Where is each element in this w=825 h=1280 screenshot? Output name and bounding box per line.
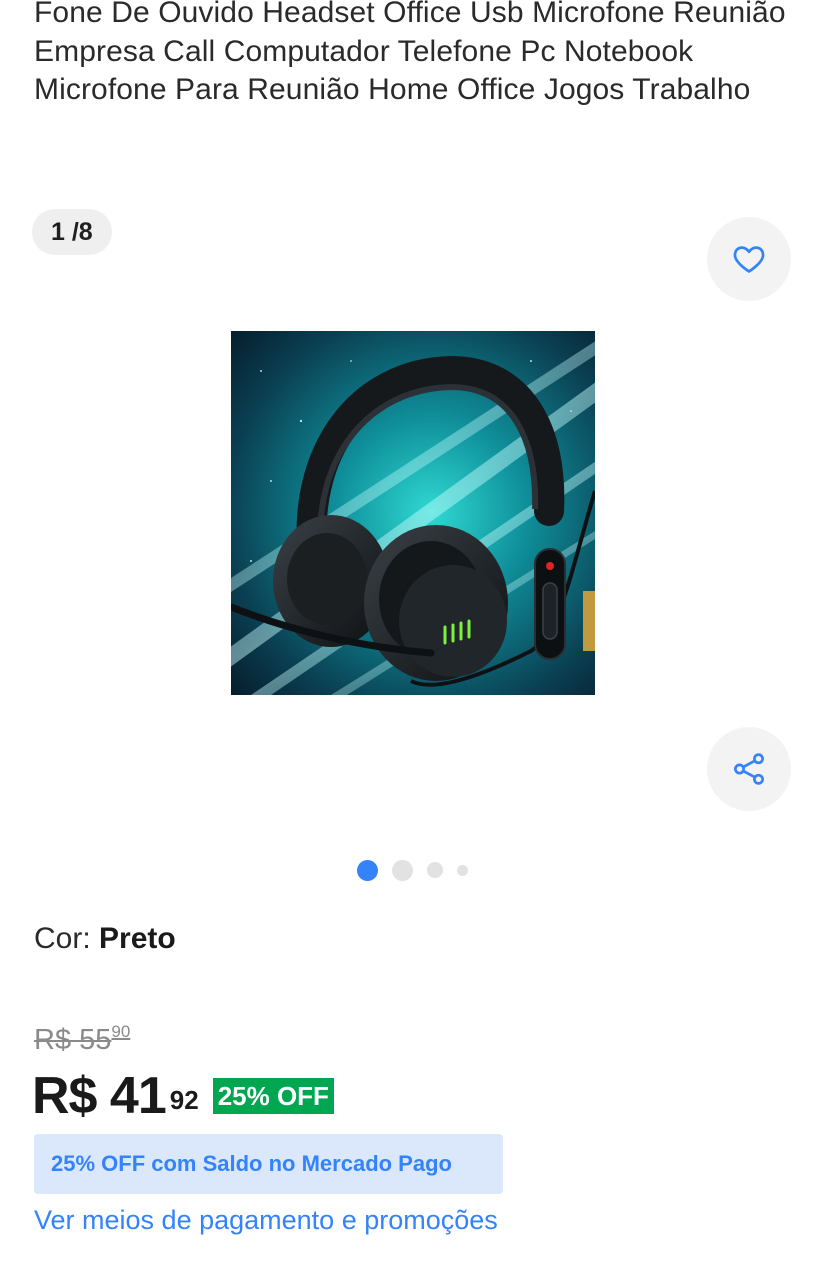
heart-icon (733, 246, 765, 273)
pagination-dot[interactable] (392, 859, 413, 881)
current-price-integer: R$ 41 (32, 1067, 167, 1125)
mercado-pago-promo: 25% OFF com Saldo no Mercado Pago (34, 1134, 503, 1194)
pagination-dot[interactable] (457, 864, 468, 876)
original-price-cents: 90 (111, 1022, 131, 1041)
product-title: Fone De Ouvido Headset Office Usb Microf… (34, 0, 786, 106)
current-price: R$ 41 92 (32, 1066, 199, 1126)
discount-badge: 25% OFF (212, 1078, 334, 1114)
headset-image (231, 331, 595, 695)
product-image[interactable] (231, 331, 595, 695)
color-label: Cor: (34, 922, 100, 955)
pagination-dot-active[interactable] (357, 859, 378, 881)
gallery-pagination (0, 858, 825, 882)
image-counter: 1 /8 (32, 209, 112, 255)
color-variant: Cor: Preto (34, 922, 176, 956)
current-price-row: R$ 41 92 25% OFF (32, 1066, 334, 1126)
color-value: Preto (99, 922, 176, 955)
share-button[interactable] (707, 727, 791, 811)
share-icon (734, 753, 764, 785)
original-price: R$ 5590 (34, 1022, 131, 1057)
payment-methods-link[interactable]: Ver meios de pagamento e promoções (34, 1205, 498, 1236)
pagination-dot[interactable] (427, 862, 443, 878)
favorite-button[interactable] (707, 217, 791, 301)
current-price-cents: 92 (169, 1085, 199, 1115)
original-price-integer: R$ 55 (34, 1024, 112, 1056)
